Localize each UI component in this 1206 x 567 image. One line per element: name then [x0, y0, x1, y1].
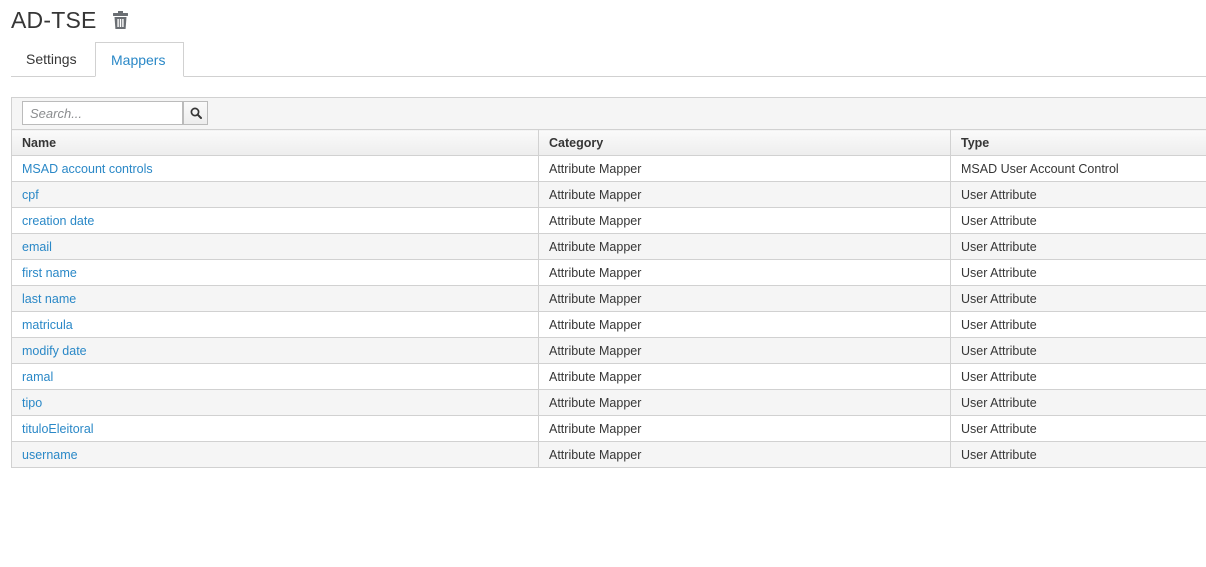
table-row: MSAD account controls Attribute Mapper M… [11, 155, 1206, 182]
mapper-link[interactable]: cpf [22, 188, 39, 202]
search-icon [190, 107, 202, 119]
column-header-name[interactable]: Name [11, 129, 539, 156]
cell-category: Attribute Mapper [538, 337, 951, 364]
table-row: modify date Attribute Mapper User Attrib… [11, 337, 1206, 364]
cell-category: Attribute Mapper [538, 389, 951, 416]
cell-category: Attribute Mapper [538, 441, 951, 468]
table-row: ramal Attribute Mapper User Attribute [11, 363, 1206, 390]
mapper-link[interactable]: MSAD account controls [22, 162, 153, 176]
cell-type: User Attribute [950, 441, 1206, 468]
cell-type: User Attribute [950, 363, 1206, 390]
cell-name: matricula [11, 311, 539, 338]
cell-type: User Attribute [950, 259, 1206, 286]
cell-type: User Attribute [950, 311, 1206, 338]
cell-name: tituloEleitoral [11, 415, 539, 442]
table-row: username Attribute Mapper User Attribute [11, 441, 1206, 468]
trash-icon[interactable] [113, 10, 129, 30]
cell-type: User Attribute [950, 181, 1206, 208]
cell-type: User Attribute [950, 415, 1206, 442]
cell-type: User Attribute [950, 337, 1206, 364]
mapper-link[interactable]: tituloEleitoral [22, 422, 94, 436]
cell-category: Attribute Mapper [538, 259, 951, 286]
table-row: creation date Attribute Mapper User Attr… [11, 207, 1206, 234]
cell-category: Attribute Mapper [538, 415, 951, 442]
cell-type: User Attribute [950, 389, 1206, 416]
page-header: AD-TSE [11, 5, 129, 35]
mapper-link[interactable]: creation date [22, 214, 94, 228]
cell-name: ramal [11, 363, 539, 390]
cell-name: MSAD account controls [11, 155, 539, 182]
cell-type: User Attribute [950, 233, 1206, 260]
mapper-link[interactable]: email [22, 240, 52, 254]
cell-category: Attribute Mapper [538, 155, 951, 182]
page-title: AD-TSE [11, 6, 97, 33]
search-input[interactable] [22, 101, 183, 125]
trash-icon-graphic [113, 11, 129, 29]
cell-name: first name [11, 259, 539, 286]
cell-category: Attribute Mapper [538, 207, 951, 234]
tab-bar: Settings Mappers [11, 42, 1206, 77]
tab-mappers[interactable]: Mappers [95, 42, 184, 77]
table-header-row: Name Category Type [11, 129, 1206, 156]
cell-name: creation date [11, 207, 539, 234]
cell-type: User Attribute [950, 207, 1206, 234]
cell-name: modify date [11, 337, 539, 364]
cell-name: username [11, 441, 539, 468]
cell-type: MSAD User Account Control [950, 155, 1206, 182]
cell-name: cpf [11, 181, 539, 208]
cell-name: last name [11, 285, 539, 312]
table-row: email Attribute Mapper User Attribute [11, 233, 1206, 260]
mapper-link[interactable]: first name [22, 266, 77, 280]
mapper-link[interactable]: tipo [22, 396, 42, 410]
table-row: first name Attribute Mapper User Attribu… [11, 259, 1206, 286]
table-row: cpf Attribute Mapper User Attribute [11, 181, 1206, 208]
mapper-link[interactable]: modify date [22, 344, 87, 358]
table-row: tipo Attribute Mapper User Attribute [11, 389, 1206, 416]
cell-category: Attribute Mapper [538, 311, 951, 338]
search-button[interactable] [183, 101, 208, 125]
table-row: last name Attribute Mapper User Attribut… [11, 285, 1206, 312]
mapper-link[interactable]: ramal [22, 370, 53, 384]
mapper-link[interactable]: username [22, 448, 78, 462]
tab-settings[interactable]: Settings [11, 42, 95, 76]
column-header-type[interactable]: Type [950, 129, 1206, 156]
cell-category: Attribute Mapper [538, 181, 951, 208]
table-row: tituloEleitoral Attribute Mapper User At… [11, 415, 1206, 442]
cell-name: email [11, 233, 539, 260]
column-header-category[interactable]: Category [538, 129, 951, 156]
table-row: matricula Attribute Mapper User Attribut… [11, 311, 1206, 338]
cell-type: User Attribute [950, 285, 1206, 312]
mapper-link[interactable]: last name [22, 292, 76, 306]
mappers-table: Name Category Type MSAD account controls… [11, 129, 1206, 468]
cell-category: Attribute Mapper [538, 285, 951, 312]
cell-category: Attribute Mapper [538, 363, 951, 390]
cell-category: Attribute Mapper [538, 233, 951, 260]
mapper-link[interactable]: matricula [22, 318, 73, 332]
table-toolbar [11, 97, 1206, 129]
cell-name: tipo [11, 389, 539, 416]
